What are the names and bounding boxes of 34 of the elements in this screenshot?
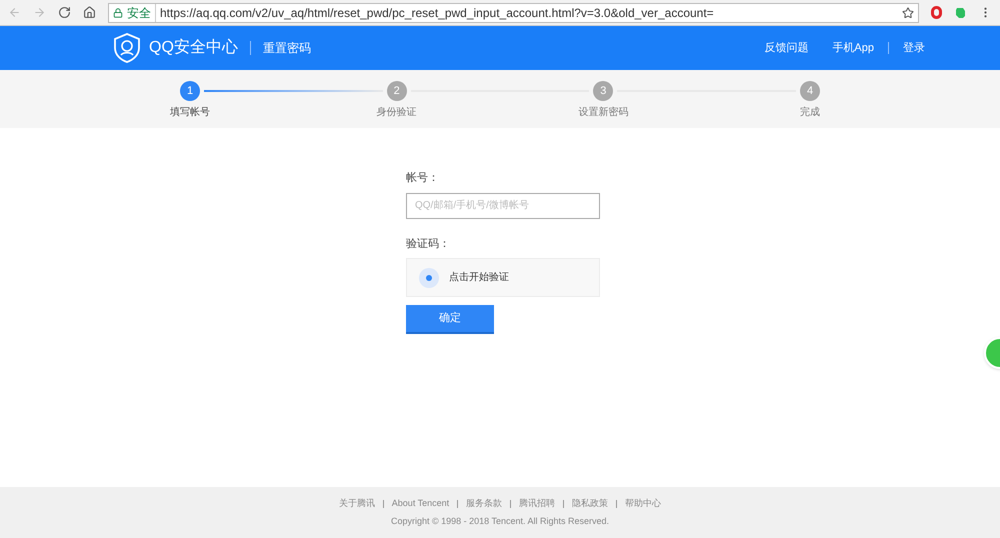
footer-link[interactable]: 隐私政策	[572, 497, 608, 510]
submit-button[interactable]: 确定	[406, 305, 494, 334]
page-subtitle: 重置密码	[262, 40, 311, 57]
address-bar[interactable]: 安全 https://aq.qq.com/v2/uv_aq/html/reset_pwd/pc_reset_pwd_input_account.html?v=3.0&old_ver_account=	[108, 2, 919, 22]
captcha-label: 验证码：	[406, 236, 451, 252]
footer-link[interactable]: About Tencent	[392, 497, 450, 510]
logo-text: QQ安全中心	[149, 38, 238, 58]
header-link[interactable]: 登录	[903, 40, 925, 56]
footer-link[interactable]: 帮助中心	[625, 497, 662, 510]
lock-icon	[113, 8, 123, 18]
opera-icon[interactable]	[931, 6, 942, 19]
copyright-text: Copyright © 1998 - 2018 Tencent. All Rights Reserved.	[390, 514, 610, 528]
secure-label: 安全	[127, 4, 156, 22]
header-link[interactable]: 反馈问题	[764, 40, 808, 56]
step-number: 4	[800, 81, 820, 101]
footer-link[interactable]: 关于腾讯	[338, 497, 375, 510]
header-link[interactable]: 手机App	[832, 40, 874, 56]
step-label: 填写帐号	[170, 106, 210, 120]
bookmark-icon[interactable]	[902, 6, 914, 18]
home-icon[interactable]	[83, 6, 96, 19]
url-text: https://aq.qq.com/v2/uv_aq/html/reset_pwd/pc_reset_pwd_input_account.html?v=3.0&old_ver_account=	[160, 4, 714, 22]
account-label: 帐号：	[406, 171, 440, 186]
step-label: 完成	[800, 106, 820, 120]
step-label: 设置新密码	[578, 106, 628, 120]
step-number: 1	[180, 81, 200, 101]
step-number: 3	[593, 81, 614, 101]
footer-link[interactable]: 腾讯招聘	[519, 497, 556, 510]
step-label: 身份验证	[376, 106, 417, 120]
step-number: 2	[386, 81, 407, 101]
captcha-button[interactable]: 点击开始验证	[406, 258, 600, 297]
reload-icon[interactable]	[58, 6, 71, 19]
account-input[interactable]: QQ/邮箱/手机号/微博帐号	[406, 192, 600, 218]
shield-logo-icon	[113, 33, 141, 63]
footer-link[interactable]: 服务条款	[466, 497, 502, 510]
